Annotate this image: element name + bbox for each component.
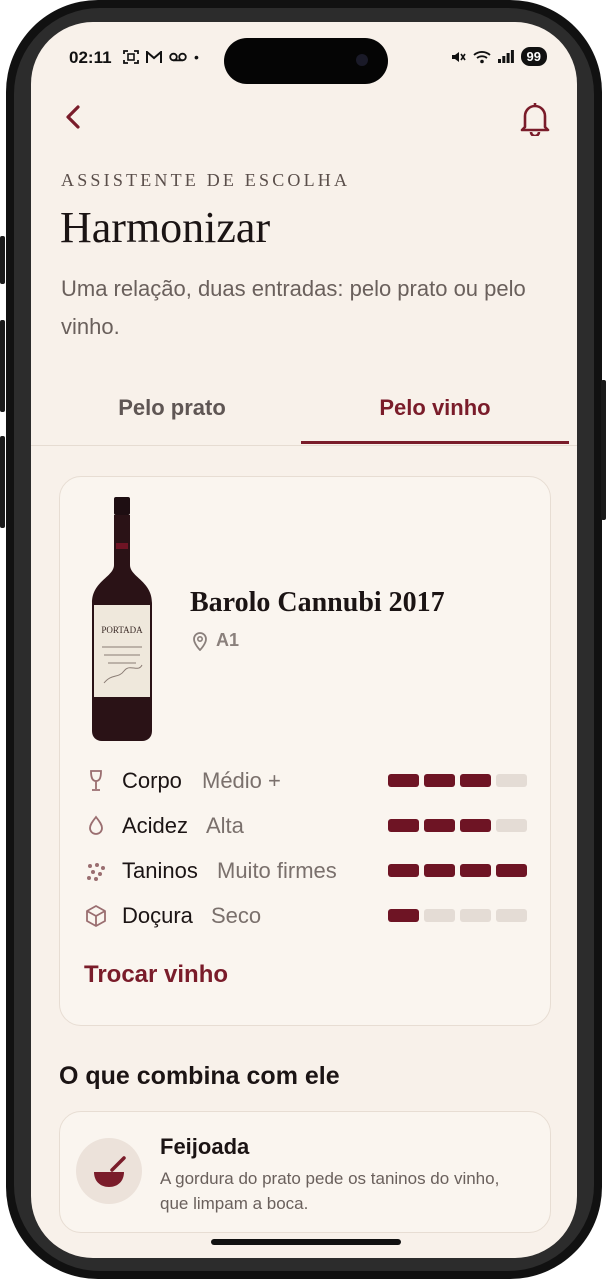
action-button (0, 236, 5, 284)
volume-down-button (0, 436, 5, 528)
status-notification-icons: • (123, 50, 199, 64)
pairing-icon-badge (76, 1138, 142, 1204)
gmail-icon (146, 50, 162, 63)
wifi-icon (472, 50, 491, 63)
wine-card: PORTADA Barolo Cannubi 2017 A1 Corpo Méd… (59, 476, 551, 1026)
home-indicator[interactable] (211, 1239, 401, 1245)
attribute-row-corpo: Corpo Médio + (84, 764, 534, 798)
attribute-value: Médio + (202, 768, 281, 793)
camera-icon (356, 54, 368, 66)
level-bar-empty (496, 909, 527, 922)
level-bar-filled (388, 864, 419, 877)
level-bar-filled (460, 819, 491, 832)
dots-icon (87, 863, 105, 881)
location-label: A1 (216, 630, 240, 650)
page-title: Harmonizar (60, 203, 271, 252)
attribute-row-taninos: Taninos Muito firmes (84, 854, 534, 888)
mode-tabs: Pelo prato Pelo vinho (31, 387, 577, 446)
level-bar-empty (496, 819, 527, 832)
level-bar-empty (496, 774, 527, 787)
attribute-level-bars (388, 819, 527, 832)
attribute-level-bars (388, 864, 527, 877)
voicemail-icon (169, 52, 187, 62)
level-bar-filled (460, 774, 491, 787)
attribute-label: Corpo (122, 768, 182, 793)
cube-icon (86, 905, 106, 927)
page-eyebrow: ASSISTENTE DE ESCOLHA (61, 170, 351, 190)
tab-pelo-vinho[interactable]: Pelo vinho (301, 395, 569, 421)
dynamic-island (224, 38, 388, 84)
dot-icon: • (194, 49, 199, 65)
bell-icon[interactable] (519, 100, 551, 136)
droplet-icon (89, 815, 103, 835)
attribute-level-bars (388, 774, 527, 787)
level-bar-empty (460, 909, 491, 922)
mute-icon (451, 51, 466, 62)
attribute-value: Alta (206, 813, 244, 838)
attribute-label: Acidez (122, 813, 189, 838)
attribute-value: Muito firmes (217, 858, 337, 883)
attribute-row-acidez: Acidez Alta (84, 809, 534, 843)
change-wine-button[interactable]: Trocar vinho (84, 961, 228, 989)
level-bar-filled (496, 864, 527, 877)
level-bar-filled (424, 774, 455, 787)
screen: 02:11 • 99 ASSISTENTE DE ESCOLHA Harmoni… (31, 22, 577, 1258)
power-button (601, 380, 606, 520)
wine-location: A1 (192, 630, 239, 651)
attribute-value: Seco (211, 903, 262, 928)
scan-icon (123, 50, 139, 64)
back-icon[interactable] (61, 102, 87, 132)
tab-pelo-prato[interactable]: Pelo prato (51, 395, 293, 421)
attribute-label: Taninos (122, 858, 198, 883)
signal-icon (497, 50, 514, 63)
attribute-level-bars (388, 909, 527, 922)
level-bar-filled (388, 819, 419, 832)
bottle-label-text: PORTADA (101, 625, 143, 635)
pairing-card[interactable]: Feijoada A gordura do prato pede os tani… (59, 1111, 551, 1233)
level-bar-filled (460, 864, 491, 877)
wine-name: Barolo Cannubi 2017 (190, 587, 445, 618)
volume-up-button (0, 320, 5, 412)
pairings-section-title: O que combina com ele (59, 1062, 340, 1090)
status-time: 02:11 (69, 48, 112, 67)
level-bar-filled (424, 819, 455, 832)
level-bar-filled (424, 864, 455, 877)
wine-glass-icon (90, 770, 102, 791)
pairing-name: Feijoada (160, 1134, 250, 1159)
status-system-icons: 99 (450, 47, 547, 66)
bowl-icon (94, 1156, 126, 1187)
level-bar-filled (388, 774, 419, 787)
active-tab-indicator (301, 441, 569, 444)
pairing-description: A gordura do prato pede os taninos do vi… (160, 1169, 500, 1213)
battery-indicator: 99 (520, 47, 547, 66)
attribute-row-docura: Doçura Seco (84, 899, 534, 933)
page-subtitle: Uma relação, duas entradas: pelo prato o… (61, 276, 526, 339)
wine-bottle-image: PORTADA (92, 497, 152, 741)
attribute-label: Doçura (122, 903, 193, 928)
location-pin-icon (193, 631, 207, 651)
level-bar-filled (388, 909, 419, 922)
level-bar-empty (424, 909, 455, 922)
